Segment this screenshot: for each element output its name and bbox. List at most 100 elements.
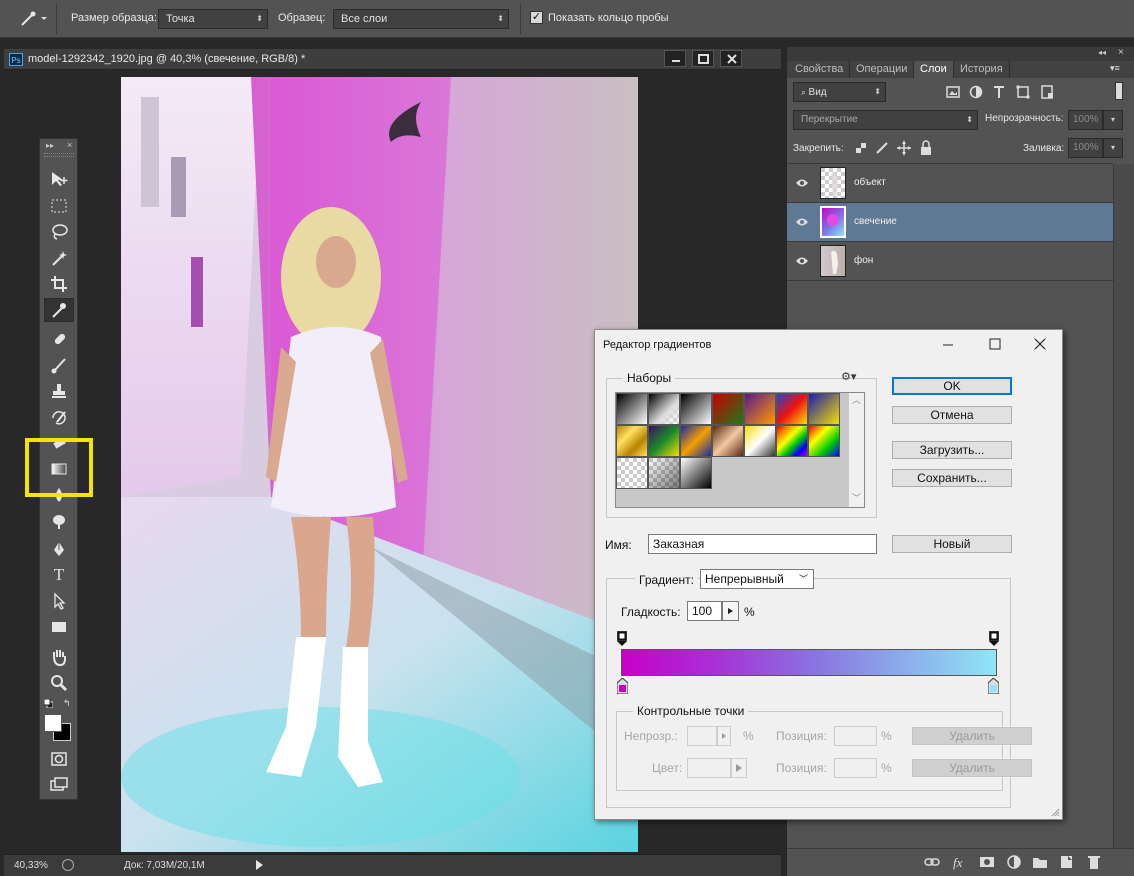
delete-layer-trash-icon[interactable]: [1086, 854, 1102, 870]
layer-row[interactable]: объект: [787, 164, 1113, 203]
blend-mode-select[interactable]: Перекрытие ⬍: [793, 110, 978, 130]
swap-colors-icon[interactable]: ↰: [63, 698, 73, 708]
preset-swatch[interactable]: [648, 457, 680, 489]
eyedropper-preset-icon[interactable]: [14, 9, 50, 29]
layer-kind-filter[interactable]: ⌕ Вид ⬍: [793, 82, 886, 102]
preset-swatch[interactable]: [648, 393, 680, 425]
link-layers-icon[interactable]: [924, 854, 940, 870]
quick-mask-icon[interactable]: [44, 747, 74, 771]
layer-row[interactable]: фон: [787, 242, 1113, 281]
visibility-eye-icon[interactable]: [795, 176, 809, 190]
brush-tool-icon[interactable]: [44, 353, 74, 377]
magic-wand-tool-icon[interactable]: [44, 246, 74, 270]
preset-swatch[interactable]: [776, 425, 808, 457]
opacity-stop-right[interactable]: [988, 630, 1000, 646]
preset-swatch[interactable]: [616, 393, 648, 425]
minimize-button[interactable]: [664, 50, 686, 67]
color-stop-left[interactable]: [616, 677, 629, 695]
preset-swatch[interactable]: [616, 457, 648, 489]
screen-mode-icon[interactable]: [44, 773, 74, 797]
tab-history[interactable]: История: [954, 61, 1010, 78]
export-icon[interactable]: [62, 859, 74, 871]
filter-toggle[interactable]: [1115, 82, 1123, 100]
presets-settings-gear-icon[interactable]: ⚙▾: [841, 370, 861, 384]
preset-swatch[interactable]: [680, 425, 712, 457]
smoothness-slider-arrow-icon[interactable]: [722, 601, 739, 621]
foreground-color-swatch[interactable]: [44, 714, 62, 732]
smart-object-filter-icon[interactable]: [1039, 84, 1055, 100]
hand-tool-icon[interactable]: [44, 645, 74, 669]
status-menu-arrow-icon[interactable]: [253, 858, 265, 872]
tab-properties[interactable]: Свойства: [789, 61, 851, 78]
zoom-level[interactable]: 40,33%: [14, 860, 48, 871]
type-tool-icon[interactable]: T: [44, 563, 74, 587]
visibility-eye-icon[interactable]: [795, 254, 809, 268]
tab-actions[interactable]: Операции: [850, 61, 915, 78]
default-colors-icon[interactable]: [43, 698, 54, 709]
preset-swatch[interactable]: [712, 393, 744, 425]
lock-pixels-icon[interactable]: [874, 140, 890, 156]
zoom-tool-icon[interactable]: [44, 671, 74, 695]
add-mask-icon[interactable]: [979, 854, 995, 870]
opacity-stop-left[interactable]: [616, 630, 628, 646]
tab-layers[interactable]: Слои: [914, 61, 954, 78]
maximize-button[interactable]: [692, 50, 714, 67]
preset-swatch[interactable]: [776, 393, 808, 425]
preset-swatch[interactable]: [744, 393, 776, 425]
preset-swatch[interactable]: [808, 425, 840, 457]
gradient-type-select[interactable]: Непрерывный ﹀: [700, 569, 814, 589]
new-adjustment-layer-icon[interactable]: [1006, 854, 1022, 870]
gradient-preview-bar[interactable]: [621, 649, 997, 676]
preset-swatch[interactable]: [648, 425, 680, 457]
fill-dropdown-button[interactable]: ▾: [1103, 138, 1123, 158]
history-brush-tool-icon[interactable]: [44, 405, 74, 429]
dialog-minimize-button[interactable]: [938, 336, 958, 352]
clone-stamp-tool-icon[interactable]: [44, 379, 74, 403]
ok-button[interactable]: OK: [892, 377, 1012, 395]
preset-swatch[interactable]: [680, 393, 712, 425]
canvas-image[interactable]: [121, 77, 638, 852]
shape-filter-icon[interactable]: [1015, 84, 1031, 100]
panel-collapse-icon[interactable]: ◂◂: [1098, 48, 1106, 57]
gradient-name-field[interactable]: Заказная: [648, 534, 877, 554]
preset-swatch[interactable]: [808, 393, 840, 425]
layer-style-fx-icon[interactable]: fx: [952, 854, 968, 870]
crop-tool-icon[interactable]: [44, 272, 74, 296]
lock-all-icon[interactable]: [918, 140, 934, 156]
load-button[interactable]: Загрузить...: [892, 441, 1012, 459]
marquee-tool-icon[interactable]: [44, 194, 74, 218]
new-group-folder-icon[interactable]: [1032, 854, 1048, 870]
cancel-button[interactable]: Отмена: [892, 406, 1012, 424]
preset-swatch[interactable]: [744, 425, 776, 457]
healing-brush-tool-icon[interactable]: [44, 327, 74, 351]
dialog-maximize-button[interactable]: [985, 336, 1005, 352]
lasso-tool-icon[interactable]: [44, 220, 74, 244]
move-tool-icon[interactable]: [44, 167, 74, 191]
scroll-up-arrow-icon[interactable]: ︿: [852, 393, 861, 406]
resize-grip-icon[interactable]: [1050, 807, 1060, 817]
layer-row-selected[interactable]: свечение: [787, 203, 1113, 242]
new-button[interactable]: Новый: [892, 535, 1012, 553]
pen-tool-icon[interactable]: [44, 537, 74, 561]
eyedropper-tool-icon[interactable]: [44, 298, 74, 322]
document-tab[interactable]: Ps model-1292342_1920.jpg @ 40,3% (свече…: [4, 49, 781, 70]
panel-close-icon[interactable]: ×: [1118, 47, 1124, 58]
close-button[interactable]: [720, 50, 742, 67]
panel-menu-icon[interactable]: ▾≡: [1110, 63, 1120, 74]
scroll-down-arrow-icon[interactable]: ﹀: [852, 491, 861, 504]
save-button[interactable]: Сохранить...: [892, 469, 1012, 487]
visibility-eye-icon[interactable]: [795, 215, 809, 229]
tools-collapse-icon[interactable]: ▸▸: [46, 141, 54, 150]
rectangle-tool-icon[interactable]: [44, 615, 74, 639]
sample-size-select[interactable]: Точка ⬍: [158, 9, 268, 29]
opacity-field[interactable]: 100%: [1068, 110, 1103, 130]
preset-swatch[interactable]: [616, 425, 648, 457]
tools-close-icon[interactable]: ×: [67, 140, 72, 150]
opacity-dropdown-button[interactable]: ▾: [1103, 110, 1123, 130]
lock-transparency-icon[interactable]: [853, 140, 869, 156]
dodge-tool-icon[interactable]: [44, 509, 74, 533]
adjustment-filter-icon[interactable]: [968, 84, 984, 100]
sample-select[interactable]: Все слои ⬍: [333, 9, 509, 29]
presets-scrollbar[interactable]: ︿ ﹀: [848, 393, 864, 507]
preset-swatch[interactable]: [680, 457, 712, 489]
